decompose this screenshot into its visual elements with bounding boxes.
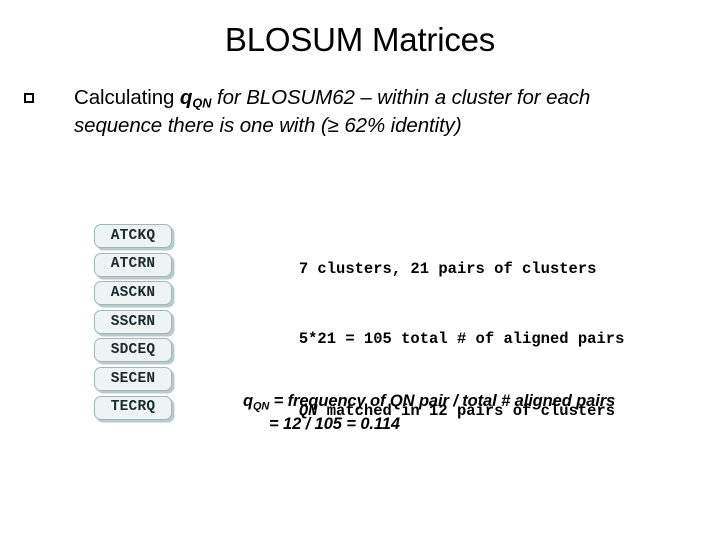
sequence-box: SDCEQ bbox=[94, 338, 172, 363]
sequence-box: ASCKN bbox=[94, 281, 172, 306]
slide-canvas: BLOSUM Matrices Calculating qQN for BLOS… bbox=[0, 0, 720, 540]
bullet-line2: sequence there is one with (≥ 62% identi… bbox=[74, 114, 462, 138]
formula-line2: = 12 / 105 = 0.114 bbox=[269, 415, 400, 434]
bullet-lead-text: Calculating bbox=[74, 86, 180, 109]
sequence-box: ATCKQ bbox=[94, 224, 172, 248]
sequence-box: SSCRN bbox=[94, 309, 172, 334]
bullet-q-subscript: QN bbox=[192, 95, 212, 111]
bullet-rest-line1: for BLOSUM62 – within a cluster for each bbox=[211, 86, 591, 109]
formula-line1: = frequency of QN pair / total # aligned… bbox=[269, 392, 616, 410]
page-title: BLOSUM Matrices bbox=[224, 21, 496, 58]
formula-block: qQN = frequency of QN pair / total # ali… bbox=[243, 391, 720, 435]
sequence-list: ATCKQ ATCRN ASCKN SSCRN SDCEQ SECEN TECR… bbox=[94, 224, 184, 424]
note-line-clusters: 7 clusters, 21 pairs of clusters bbox=[243, 246, 713, 293]
bullet-row: Calculating qQN for BLOSUM62 – within a … bbox=[24, 84, 704, 141]
note-aligned-pairs-text: 5*21 = 105 total # of aligned pairs bbox=[298, 330, 625, 348]
formula-q-symbol: q bbox=[243, 392, 253, 410]
bullet-q-symbol: q bbox=[179, 86, 193, 109]
note-clusters-text: 7 clusters, 21 pairs of clusters bbox=[298, 259, 597, 278]
formula-q-subscript: QN bbox=[252, 400, 270, 413]
note-line-aligned-pairs: 5*21 = 105 total # of aligned pairs bbox=[243, 317, 713, 364]
hollow-square-bullet-icon bbox=[24, 93, 34, 103]
sequence-box: SECEN bbox=[94, 366, 172, 391]
sequence-box: ATCRN bbox=[94, 252, 172, 277]
bullet-text: Calculating qQN for BLOSUM62 – within a … bbox=[74, 84, 704, 141]
sequence-box: TECRQ bbox=[94, 395, 172, 420]
